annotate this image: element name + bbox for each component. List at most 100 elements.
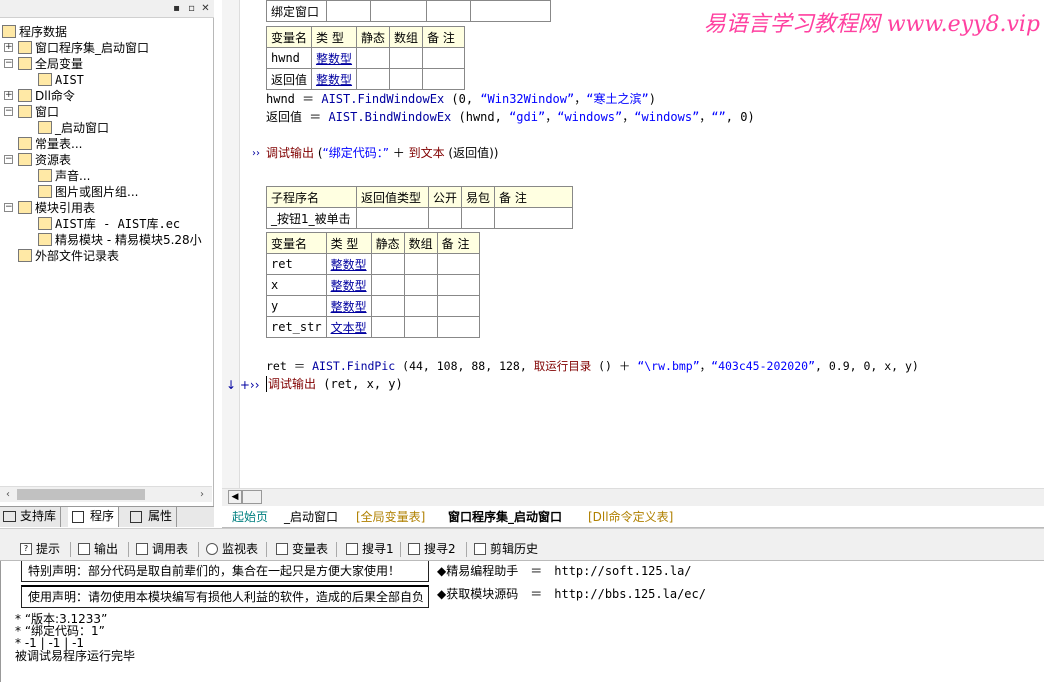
header-varname: 变量名 [265, 26, 313, 48]
tree-item-aist-lib[interactable]: AIST库 - AIST库.ec [38, 216, 180, 232]
collapse-icon[interactable]: − [4, 203, 13, 212]
variable-table-1: 变量名 类 型 静态 数组 备 注 hwnd 整数型 返回值 整数型 [265, 26, 466, 90]
tab-tips[interactable]: ? 提示 [18, 540, 60, 559]
tab-properties[interactable]: 属性 [126, 507, 178, 527]
header-subname: 子程序名 [266, 186, 357, 208]
header-remark: 备 注 [494, 186, 574, 208]
var-name-cell[interactable]: x [266, 274, 327, 296]
subroutine-name-cell[interactable]: _按钮1_被单击 [266, 207, 357, 229]
table-row[interactable]: y 整数型 [266, 295, 480, 317]
tab-dll-commands[interactable]: [Dll命令定义表] [588, 508, 673, 527]
external-file-icon [18, 249, 32, 262]
var-type-cell[interactable]: 整数型 [311, 68, 358, 90]
tree-item-dll[interactable]: Dll命令 [18, 88, 75, 104]
code-line-findpic[interactable]: ret ＝ AIST.FindPic (44, 108, 88, 128, 取运… [266, 358, 919, 374]
tree-item-global-vars[interactable]: 全局变量 [18, 56, 83, 72]
tab-search1[interactable]: 搜寻1 [344, 540, 394, 559]
table-row[interactable]: _按钮1_被单击 [266, 207, 574, 229]
partial-cell: 绑定窗口 [266, 0, 327, 22]
tree-item-jingyi-module[interactable]: 精易模块 - 精易模块5.28小 [38, 232, 202, 248]
tab-watch[interactable]: 监视表 [204, 540, 258, 559]
tree-item-module-refs[interactable]: 模块引用表 [18, 200, 95, 216]
var-name-cell[interactable]: hwnd [265, 47, 313, 69]
tree-item-resources[interactable]: 资源表 [18, 152, 71, 168]
scroll-right-icon[interactable]: › [194, 487, 210, 503]
header-array: 数组 [403, 232, 438, 254]
tab-class-module[interactable]: 窗口程序集_启动窗口 [448, 508, 562, 527]
tab-program[interactable]: 程序 [68, 507, 120, 527]
editor-gutter [222, 0, 240, 488]
constant-table-icon [18, 137, 32, 150]
var-type-cell[interactable]: 整数型 [325, 274, 372, 296]
table-row[interactable]: hwnd 整数型 [265, 47, 466, 69]
var-type-cell[interactable]: 整数型 [325, 295, 372, 317]
collapse-icon[interactable]: − [4, 59, 13, 68]
collapse-icon[interactable]: − [4, 155, 13, 164]
tree-horizontal-scrollbar[interactable]: ‹ › [0, 486, 212, 502]
subroutine-table: 子程序名 返回值类型 公开 易包 备 注 _按钮1_被单击 [266, 186, 574, 229]
tree-item-external-files[interactable]: 外部文件记录表 [18, 248, 119, 264]
output-panel[interactable]: 特别声明：部分代码是取自前辈们的，集合在一起只是方便大家使用！ 使用声明：请勿使… [0, 561, 1044, 682]
tab-global-vars[interactable]: [全局变量表] [356, 508, 425, 527]
tree-item-start-window[interactable]: _启动窗口 [38, 120, 109, 136]
var-name-cell[interactable]: ret_str [266, 316, 327, 338]
notice-box-1: 特别声明：部分代码是取自前辈们的，集合在一起只是方便大家使用！ [21, 561, 429, 582]
table-row[interactable]: ret 整数型 [266, 253, 480, 275]
tab-variable-table[interactable]: 变量表 [274, 540, 328, 559]
source-url-link[interactable]: http://bbs.125.la/ec/ [554, 587, 706, 601]
code-line-debug-output-2[interactable]: 调试输出 (ret, x, y) [266, 376, 403, 392]
code-line-debug-output-1[interactable]: 调试输出 (“绑定代码：” ＋ 到文本 (返回值)) [266, 145, 498, 161]
header-remark: 备 注 [422, 26, 466, 48]
notice-box-2: 使用声明：请勿使用本模块编写有损他人利益的软件，造成的后果全部自负 [21, 585, 429, 608]
var-name-cell[interactable]: ret [266, 253, 327, 275]
project-tree: 程序数据 + 窗口程序集_启动窗口 − 全局变量 AIST + Dll命令 − … [0, 22, 212, 485]
window-icon [18, 105, 32, 118]
var-type-cell[interactable]: 文本型 [325, 316, 372, 338]
var-type-cell[interactable]: 整数型 [311, 47, 358, 69]
expand-icon[interactable]: + [4, 91, 13, 100]
expand-icon[interactable]: + [4, 43, 13, 52]
scrollbar-thumb[interactable] [242, 490, 262, 504]
header-remark: 备 注 [436, 232, 480, 254]
table-row[interactable]: 返回值 整数型 [265, 68, 466, 90]
tree-item-window[interactable]: 窗口 [18, 104, 59, 120]
header-array: 数组 [389, 26, 424, 48]
tab-start-page[interactable]: 起始页 [232, 508, 268, 527]
header-static: 静态 [356, 26, 391, 48]
tree-item-pictures[interactable]: 图片或图片组... [38, 184, 138, 200]
helper-url-link[interactable]: http://soft.125.la/ [554, 564, 691, 578]
tab-output[interactable]: 输出 [76, 540, 118, 559]
current-line-arrow-icon: ↓ +›› [226, 378, 260, 392]
tree-item-constants[interactable]: 常量表... [18, 136, 82, 152]
tab-clipboard-history[interactable]: 剪辑历史 [472, 540, 538, 559]
table-row[interactable]: x 整数型 [266, 274, 480, 296]
tab-support-library[interactable]: 支持库 [0, 507, 62, 527]
watermark: 易语言学习教程网 www.eyy8.vip [703, 12, 1040, 37]
editor-horizontal-scrollbar[interactable]: ◀ [222, 488, 1044, 506]
panel-title-bar: ▪ ▫ ✕ [0, 0, 214, 18]
scroll-left-icon[interactable]: ‹ [0, 487, 16, 503]
tree-item-sound[interactable]: 声音... [38, 168, 90, 184]
tree-item-program-data[interactable]: 程序数据 [2, 24, 67, 40]
scroll-left-icon[interactable]: ◀ [228, 490, 242, 504]
var-name-cell[interactable]: 返回值 [265, 68, 313, 90]
tab-call-table[interactable]: 调用表 [134, 540, 188, 559]
code-editor[interactable]: 易语言学习教程网 www.eyy8.vip 绑定窗口 变量名 类 型 静态 数组… [222, 0, 1044, 488]
flow-marker: ›› [252, 148, 260, 159]
tree-item-aist[interactable]: AIST [38, 72, 84, 88]
table-row[interactable]: ret_str 文本型 [266, 316, 480, 338]
scrollbar-thumb[interactable] [17, 489, 145, 500]
pin-icon[interactable]: ▫ [185, 2, 198, 15]
tab-start-window[interactable]: _启动窗口 [284, 508, 338, 527]
window-icon [38, 121, 52, 134]
code-line-findwindow[interactable]: hwnd ＝ AIST.FindWindowEx (0, “Win32Windo… [266, 91, 656, 107]
code-line-bindwindow[interactable]: 返回值 ＝ AIST.BindWindowEx (hwnd, “gdi”，“wi… [266, 109, 755, 125]
tab-search2[interactable]: 搜寻2 [406, 540, 456, 559]
tree-item-class-module[interactable]: 窗口程序集_启动窗口 [18, 40, 149, 56]
close-icon[interactable]: ✕ [199, 2, 212, 15]
menu-icon[interactable]: ▪ [170, 2, 183, 15]
dll-command-icon [18, 89, 32, 102]
var-name-cell[interactable]: y [266, 295, 327, 317]
collapse-icon[interactable]: − [4, 107, 13, 116]
var-type-cell[interactable]: 整数型 [325, 253, 372, 275]
